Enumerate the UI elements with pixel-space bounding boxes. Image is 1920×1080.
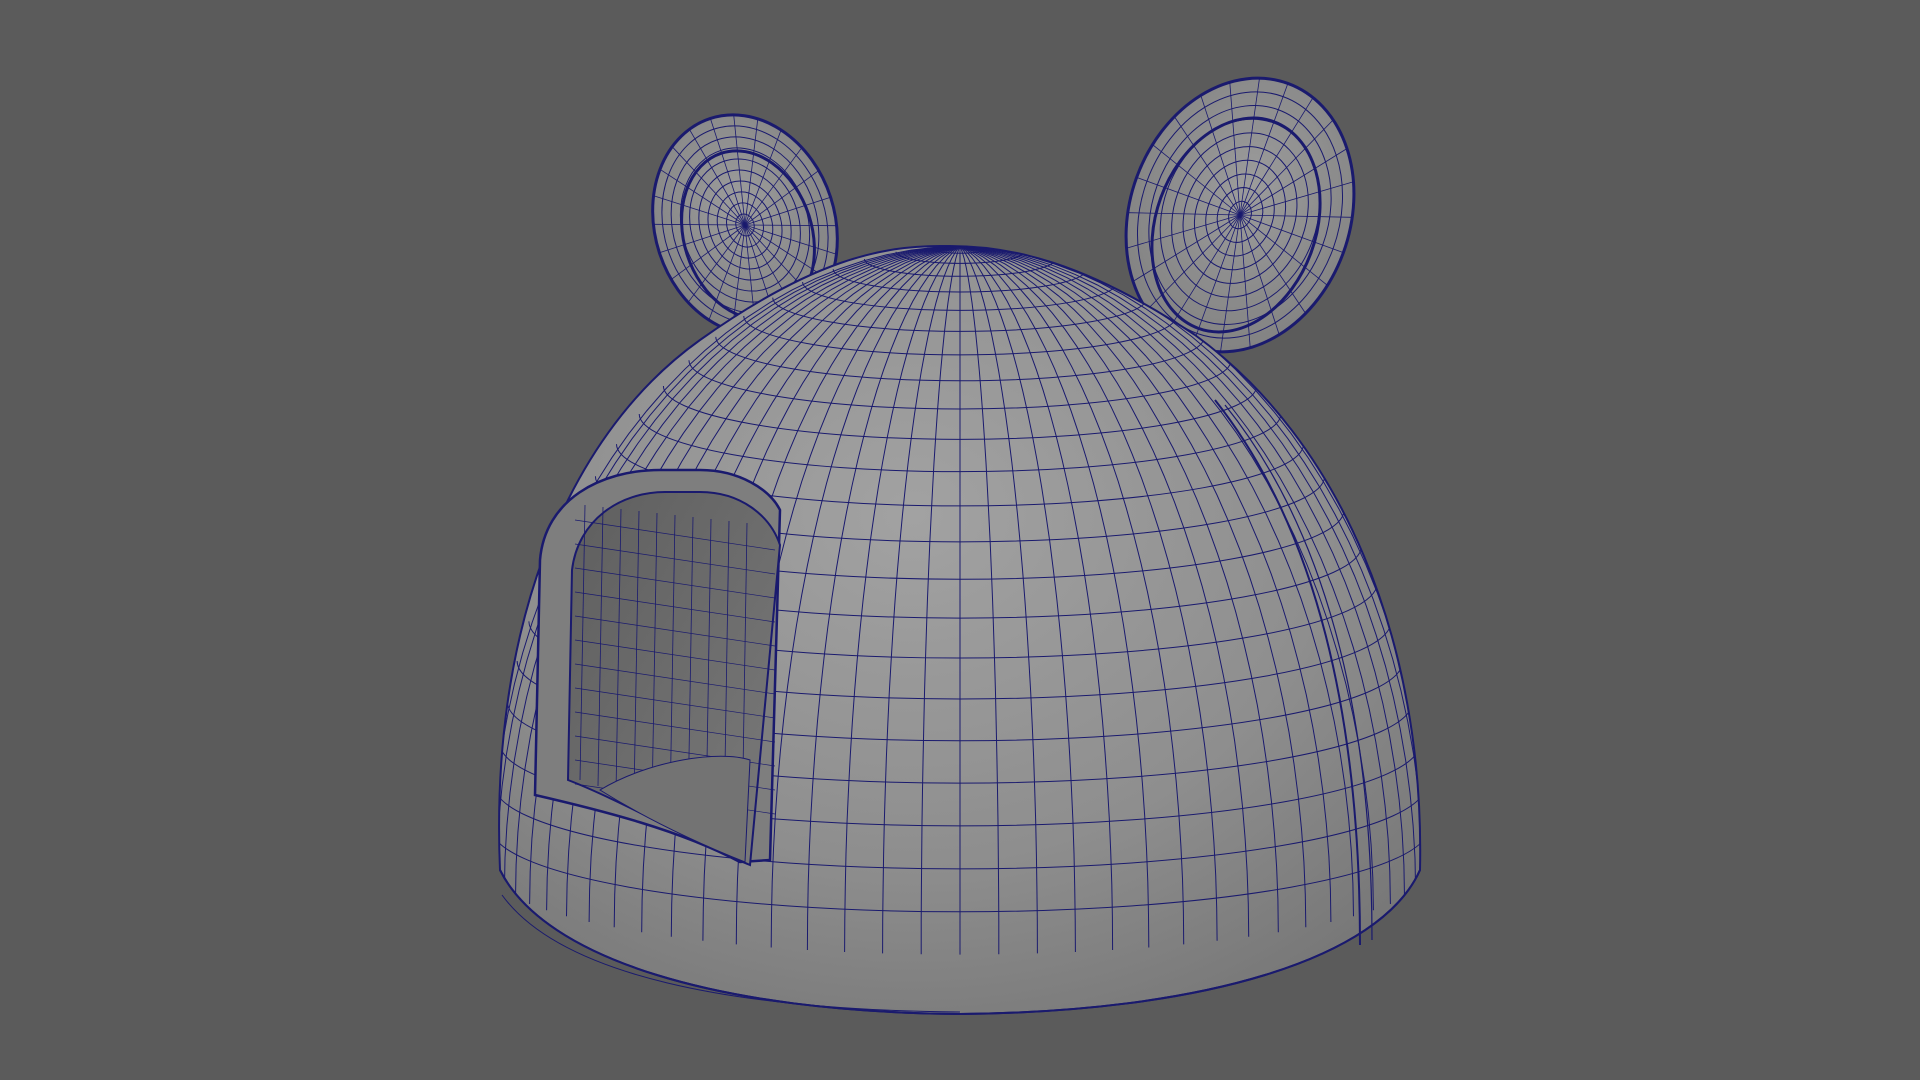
wireframe-model[interactable]: [0, 0, 1920, 1080]
3d-viewport[interactable]: [0, 0, 1920, 1080]
